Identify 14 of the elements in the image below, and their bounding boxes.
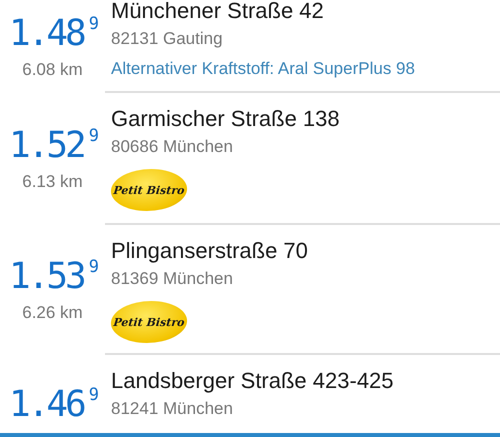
bistro-logo: Petit Bistro <box>108 169 190 211</box>
city: 82131 Gauting <box>111 28 224 50</box>
city: 81369 München <box>111 268 234 290</box>
street-address: Landsberger Straße 423-425 <box>111 367 395 395</box>
bistro-logo: Petit Bistro <box>108 301 190 343</box>
distance: 6.13 km <box>22 172 83 192</box>
city: 80686 München <box>111 136 234 158</box>
distance: 6.08 km <box>22 60 83 80</box>
street-address: Plinganserstraße 70 <box>111 237 309 265</box>
fuel-note: Alternativer Kraftstoff: Aral SuperPlus 98 <box>111 58 416 80</box>
city: 81241 München <box>111 398 234 420</box>
distance: 6.26 km <box>22 303 83 323</box>
street-address: Münchener Straße 42 <box>111 0 325 25</box>
street-address: Garmischer Straße 138 <box>111 105 341 133</box>
